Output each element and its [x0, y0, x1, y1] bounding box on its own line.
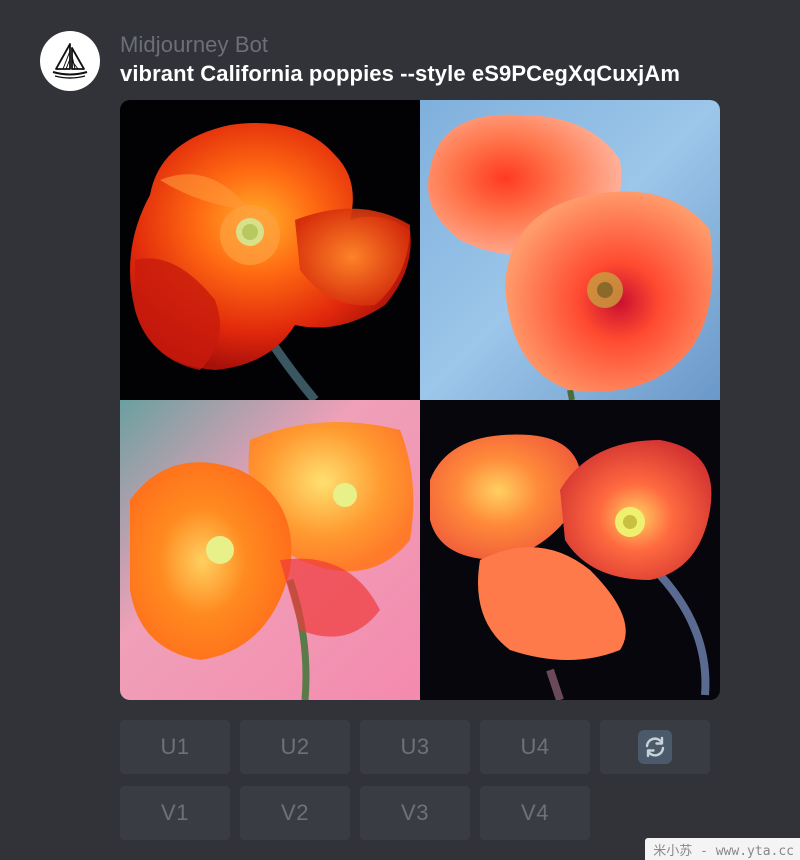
watermark: 米小苏 - www.yta.cc	[645, 838, 800, 860]
image-tile-1[interactable]	[120, 100, 420, 400]
image-tile-2[interactable]	[420, 100, 720, 400]
upscale-button-3[interactable]: U3	[360, 720, 470, 774]
refresh-icon	[638, 730, 672, 764]
bot-avatar[interactable]	[40, 31, 100, 91]
upscale-button-2[interactable]: U2	[240, 720, 350, 774]
reroll-button[interactable]	[600, 720, 710, 774]
variation-button-3[interactable]: V3	[360, 786, 470, 840]
image-tile-4[interactable]	[420, 400, 720, 700]
variation-button-1[interactable]: V1	[120, 786, 230, 840]
upscale-button-1[interactable]: U1	[120, 720, 230, 774]
image-tile-3[interactable]	[120, 400, 420, 700]
upscale-button-4[interactable]: U4	[480, 720, 590, 774]
variation-button-2[interactable]: V2	[240, 786, 350, 840]
author-name[interactable]: Midjourney Bot	[120, 32, 268, 58]
variation-button-4[interactable]: V4	[480, 786, 590, 840]
midjourney-boat-logo-icon	[52, 43, 88, 79]
prompt-text: vibrant California poppies --style eS9PC…	[120, 61, 681, 86]
image-grid[interactable]	[120, 100, 720, 700]
